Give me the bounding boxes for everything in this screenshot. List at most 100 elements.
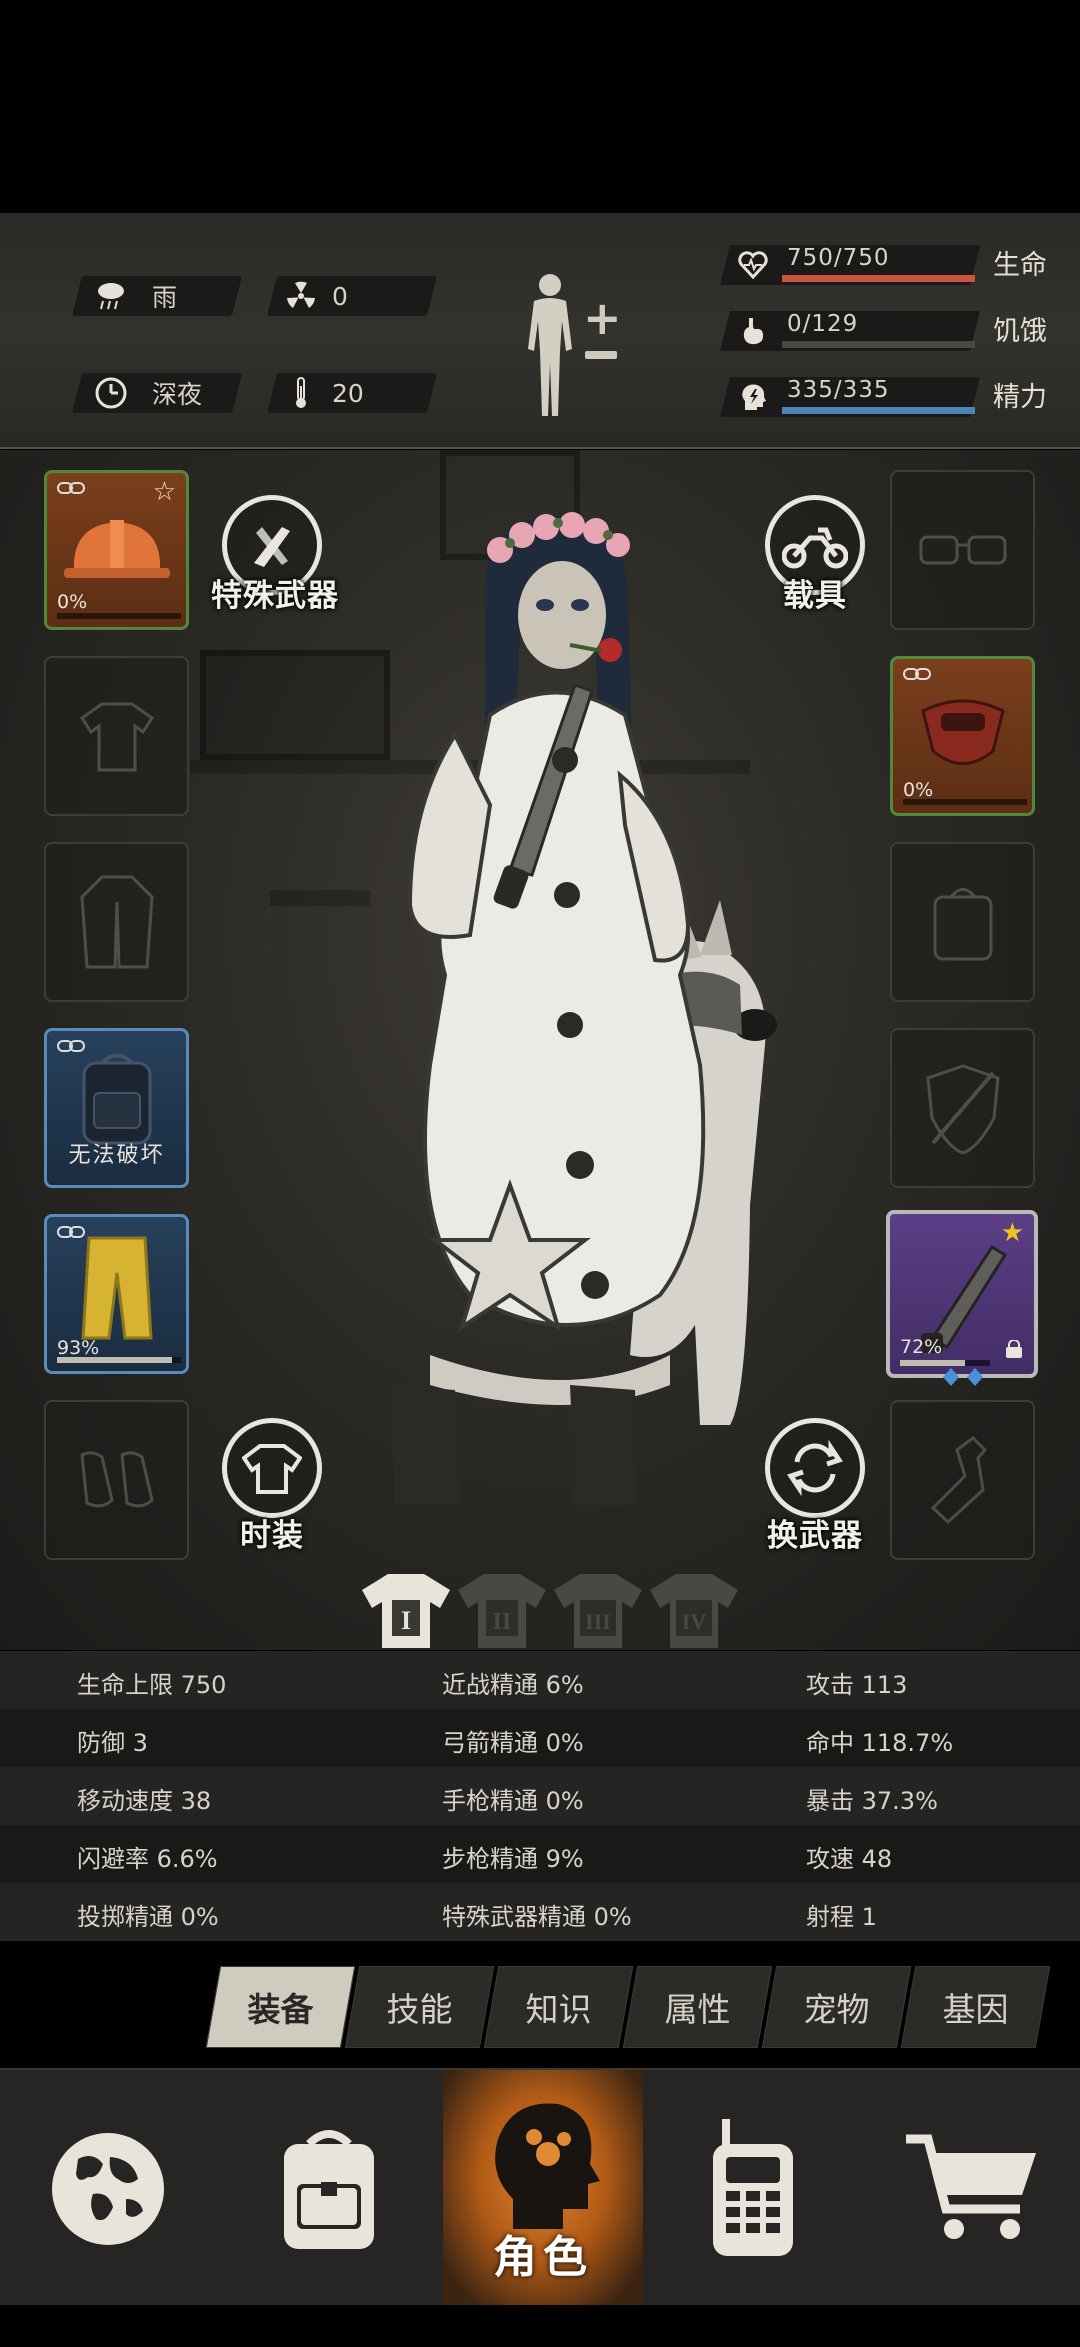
fashion-label[interactable]: 时装 [212, 1510, 332, 1555]
stats-table: 生命上限 750 近战精通 6% 攻击 113 防御 3 弓箭精通 0% 命中 … [0, 1651, 1080, 1943]
coat-slot[interactable] [44, 842, 189, 1002]
time-indicator: 深夜 [92, 373, 202, 413]
character-tabs: 装备 技能 知识 属性 宠物 基因 [0, 1944, 1080, 2068]
energy-bar: 335/335 精力 [720, 373, 1065, 421]
stat-melee-mastery: 近战精通 6% [442, 1671, 584, 1699]
glasses-icon [892, 472, 1033, 628]
outfit-tab-3[interactable]: III [552, 1570, 644, 1650]
stat-attack-speed: 攻速 48 [806, 1845, 893, 1873]
helmet-durability-text: 0% [57, 591, 88, 613]
swap-arrows-icon [787, 1439, 843, 1497]
stat-pistol-mastery: 手枪精通 0% [442, 1787, 584, 1815]
radiation-indicator: 0 [282, 276, 348, 316]
pants-durability-text: 93% [57, 1337, 100, 1359]
shirt-icon [46, 658, 187, 814]
energy-fill [782, 407, 975, 414]
stats-row: 移动速度 38 手枪精通 0% 暴击 37.3% [0, 1767, 1080, 1825]
character-head-icon [495, 2102, 600, 2229]
heart-icon [738, 251, 768, 280]
outfit-tab-2[interactable]: II [456, 1570, 548, 1650]
plus-icon[interactable]: + [583, 291, 622, 345]
rain-cloud-icon [92, 277, 130, 315]
stomach-icon [743, 318, 764, 345]
bag-slot[interactable] [890, 842, 1035, 1002]
phone-icon [713, 2118, 793, 2256]
thermometer-icon [282, 374, 320, 412]
glasses-slot[interactable] [890, 470, 1035, 630]
nav-shop[interactable] [863, 2070, 1080, 2307]
energy-head-icon [742, 384, 766, 410]
stat-throw-mastery: 投掷精通 0% [77, 1903, 219, 1931]
character-portrait[interactable] [370, 505, 790, 1505]
stats-row: 防御 3 弓箭精通 0% 命中 118.7% [0, 1709, 1080, 1767]
time-of-day-text: 深夜 [152, 380, 203, 409]
svg-text:III: III [585, 1609, 611, 1634]
gem-sockets-icon [943, 1368, 983, 1386]
stat-max-life: 生命上限 750 [77, 1671, 227, 1699]
armor-slot[interactable] [890, 1028, 1035, 1188]
temperature-value: 20 [332, 378, 364, 408]
energy-value: 335/335 [787, 377, 890, 403]
shirt-slot[interactable] [44, 656, 189, 816]
tab-equipment-label[interactable]: 装备 [213, 1966, 348, 2048]
stats-row: 投掷精通 0% 特殊武器精通 0% 射程 1 [0, 1883, 1080, 1941]
bottle-icon [892, 1402, 1033, 1558]
helmet-durability-bar [57, 613, 181, 619]
stat-defense: 防御 3 [77, 1729, 148, 1757]
backpack-slot[interactable]: 无法破坏 [44, 1028, 189, 1188]
nav-character[interactable]: 角色 [443, 2070, 643, 2307]
armor-icon [892, 1030, 1033, 1186]
background-stool [270, 890, 370, 906]
special-weapon-icon [254, 527, 290, 567]
pants-slot[interactable]: 93% [44, 1214, 189, 1374]
clock-icon [92, 374, 130, 412]
fashion-button[interactable] [222, 1418, 322, 1518]
nav-inventory[interactable] [215, 2070, 443, 2307]
stat-critical: 暴击 37.3% [806, 1787, 938, 1815]
character-equipment-view: ☆ 0% 无法破坏 93% 0% ★ 72% 特殊武器 载具 时装 换武器 [0, 450, 1080, 1650]
energy-label: 精力 [993, 382, 1047, 413]
weapon-slot[interactable]: ★ 72% [886, 1210, 1038, 1378]
switch-weapon-button[interactable] [765, 1418, 865, 1518]
helmet-slot[interactable]: ☆ 0% [44, 470, 189, 630]
outfit-tab-1[interactable]: I [360, 1570, 452, 1650]
life-label: 生命 [993, 250, 1047, 281]
special-weapon-label[interactable]: 特殊武器 [200, 570, 350, 615]
motorcycle-icon [782, 527, 848, 569]
weather-text: 雨 [152, 283, 178, 312]
status-panel: 雨 0 深夜 20 + 750/750 生命 0/129 饥饿 335/335 … [0, 213, 1080, 449]
outfit-tab-4[interactable]: IV [648, 1570, 740, 1650]
fashion-shirt-icon [242, 1444, 302, 1494]
tab-pets-label[interactable]: 宠物 [769, 1966, 904, 2048]
tab-skills-label[interactable]: 技能 [352, 1966, 487, 2048]
body-status-icon[interactable] [520, 271, 580, 421]
mask-durability-text: 0% [903, 779, 934, 801]
hunger-bar: 0/129 饥饿 [720, 307, 1065, 355]
throwable-slot[interactable] [890, 1400, 1035, 1560]
stat-range: 射程 1 [806, 1903, 877, 1931]
tab-attributes-label[interactable]: 属性 [630, 1966, 765, 2048]
nav-character-label[interactable]: 角色 [443, 2221, 643, 2285]
system-nav-area [0, 2305, 1080, 2347]
mask-slot[interactable]: 0% [890, 656, 1035, 816]
stat-rifle-mastery: 步枪精通 9% [442, 1845, 584, 1873]
minus-icon[interactable] [585, 351, 617, 359]
nav-world-map[interactable] [0, 2070, 215, 2307]
tab-genes-label[interactable]: 基因 [908, 1966, 1043, 2048]
stat-bow-mastery: 弓箭精通 0% [442, 1729, 584, 1757]
vehicle-label[interactable]: 载具 [755, 570, 875, 615]
bottom-navigation: 角色 [0, 2068, 1080, 2307]
lock-icon[interactable] [1004, 1340, 1024, 1358]
temperature-indicator: 20 [282, 373, 364, 413]
life-value: 750/750 [787, 245, 890, 271]
life-bar: 750/750 生命 [720, 241, 1065, 289]
shoes-icon [46, 1402, 187, 1558]
mask-durability-bar [903, 799, 1027, 805]
weather-indicator: 雨 [92, 276, 177, 316]
coat-icon [46, 844, 187, 1000]
shoes-slot[interactable] [44, 1400, 189, 1560]
globe-icon [51, 2132, 164, 2245]
tab-knowledge-label[interactable]: 知识 [491, 1966, 626, 2048]
nav-phone[interactable] [643, 2070, 863, 2307]
switch-weapon-label[interactable]: 换武器 [745, 1510, 885, 1555]
